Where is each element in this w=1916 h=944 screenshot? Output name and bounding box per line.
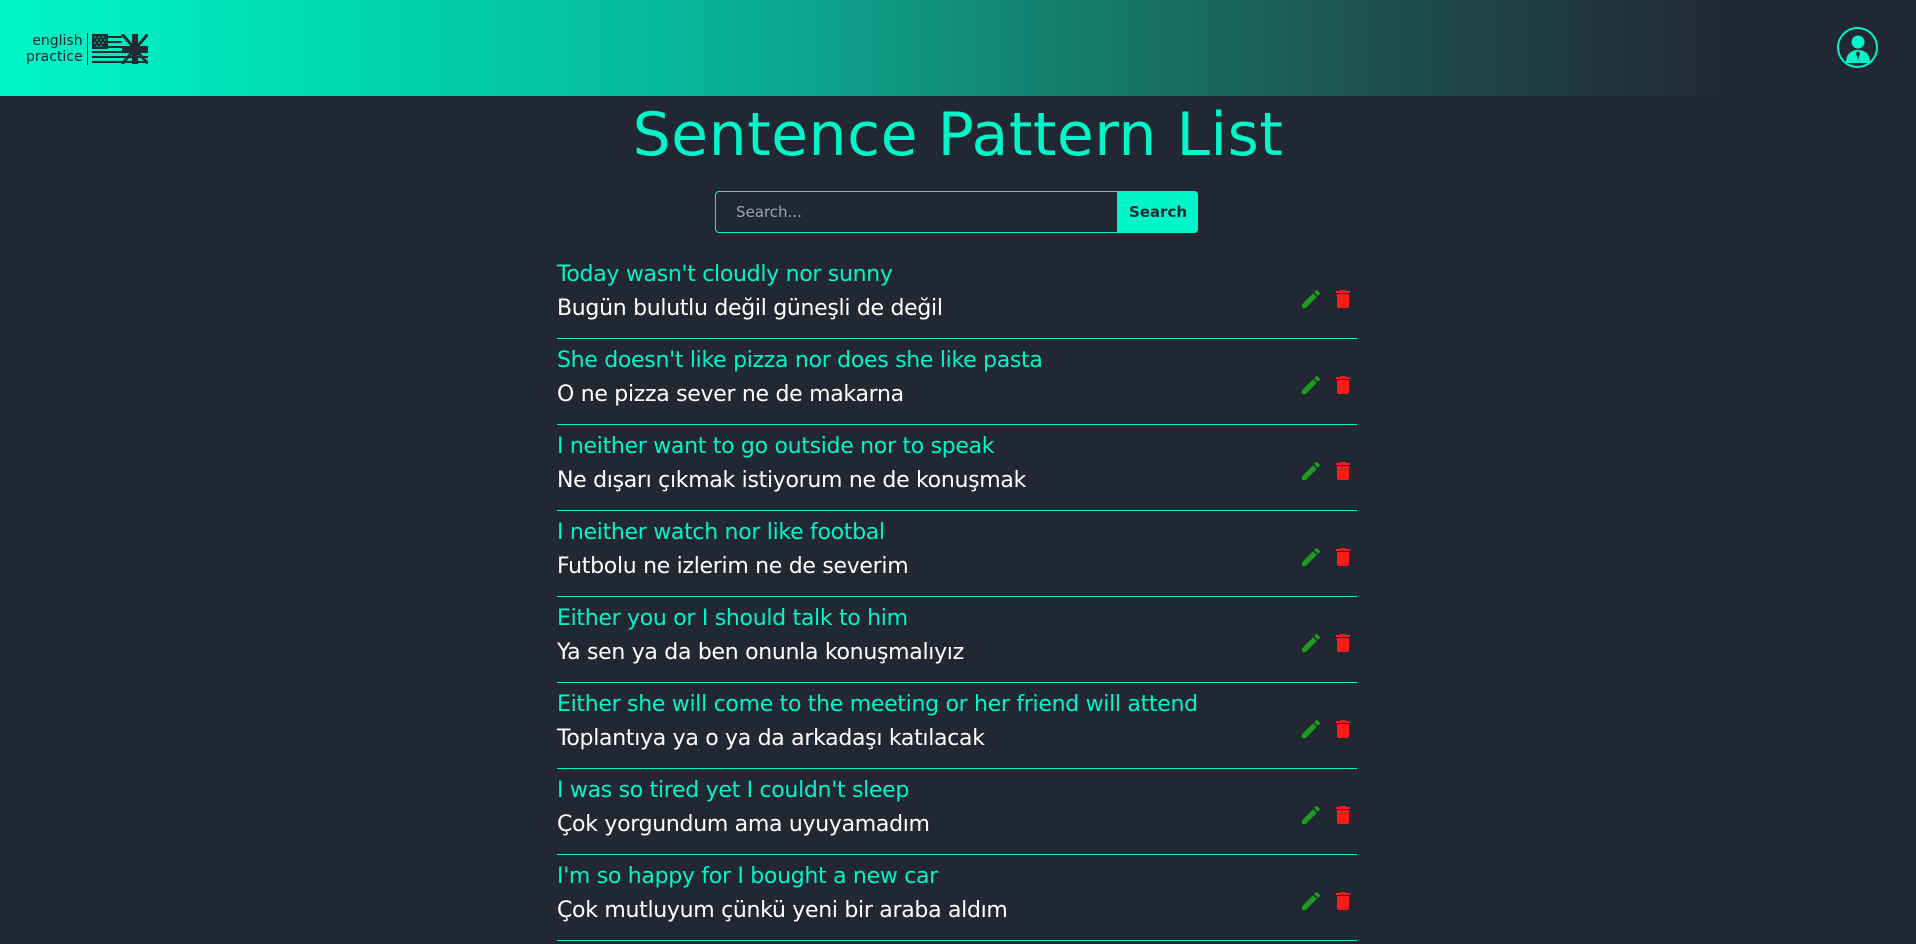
logo-text: english practice [26,33,88,65]
turkish-translation: Bugün bulutlu değil güneşli de değil [557,296,943,321]
item-actions [1299,717,1355,741]
pencil-icon[interactable] [1299,889,1323,913]
sentence-pattern-list: Today wasn't cloudly nor sunny Bugün bul… [557,253,1357,941]
english-sentence: Either she will come to the meeting or h… [557,692,1198,717]
logo[interactable]: english practice [26,33,148,65]
list-item: I neither want to go outside nor to spea… [557,425,1357,511]
pencil-icon[interactable] [1299,545,1323,569]
turkish-translation: Çok yorgundum ama uyuyamadım [557,812,930,837]
turkish-translation: Futbolu ne izlerim ne de severim [557,554,909,579]
list-item: Today wasn't cloudly nor sunny Bugün bul… [557,253,1357,339]
logo-line-2: practice [26,49,83,65]
trash-icon[interactable] [1331,373,1355,397]
trash-icon[interactable] [1331,717,1355,741]
item-actions [1299,373,1355,397]
item-actions [1299,459,1355,483]
english-sentence: I neither watch nor like footbal [557,520,885,545]
pencil-icon[interactable] [1299,287,1323,311]
item-actions [1299,631,1355,655]
turkish-translation: Ya sen ya da ben onunla konuşmalıyız [557,640,964,665]
item-actions [1299,889,1355,913]
list-item: I was so tired yet I couldn't sleep Çok … [557,769,1357,855]
pencil-icon[interactable] [1299,459,1323,483]
pencil-icon[interactable] [1299,373,1323,397]
page-title: Sentence Pattern List [632,100,1284,170]
trash-icon[interactable] [1331,631,1355,655]
list-item: Either you or I should talk to him Ya se… [557,597,1357,683]
trash-icon[interactable] [1331,545,1355,569]
trash-icon[interactable] [1331,889,1355,913]
item-actions [1299,803,1355,827]
user-profile-icon [1845,35,1870,63]
trash-icon[interactable] [1331,287,1355,311]
english-sentence: I was so tired yet I couldn't sleep [557,778,910,803]
us-uk-flag-icon [91,34,148,64]
profile-avatar-button[interactable] [1837,27,1878,68]
logo-line-1: english [32,33,83,49]
english-sentence: Either you or I should talk to him [557,606,908,631]
turkish-translation: Ne dışarı çıkmak istiyorum ne de konuşma… [557,468,1027,493]
search-button[interactable]: Search [1118,191,1198,233]
list-item: I neither watch nor like footbal Futbolu… [557,511,1357,597]
pencil-icon[interactable] [1299,717,1323,741]
top-navbar: english practice [0,0,1916,96]
list-item: Either she will come to the meeting or h… [557,683,1357,769]
list-item: She doesn't like pizza nor does she like… [557,339,1357,425]
item-actions [1299,287,1355,311]
pencil-icon[interactable] [1299,803,1323,827]
english-sentence: I neither want to go outside nor to spea… [557,434,995,459]
turkish-translation: Çok mutluyum çünkü yeni bir araba aldım [557,898,1008,923]
search-bar: Search [715,191,1198,233]
english-sentence: I'm so happy for I bought a new car [557,864,938,889]
item-actions [1299,545,1355,569]
english-sentence: Today wasn't cloudly nor sunny [557,262,893,287]
turkish-translation: O ne pizza sever ne de makarna [557,382,904,407]
trash-icon[interactable] [1331,459,1355,483]
english-sentence: She doesn't like pizza nor does she like… [557,348,1043,373]
search-input[interactable] [715,191,1118,233]
pencil-icon[interactable] [1299,631,1323,655]
list-item: I'm so happy for I bought a new car Çok … [557,855,1357,941]
turkish-translation: Toplantıya ya o ya da arkadaşı katılacak [557,726,985,751]
trash-icon[interactable] [1331,803,1355,827]
